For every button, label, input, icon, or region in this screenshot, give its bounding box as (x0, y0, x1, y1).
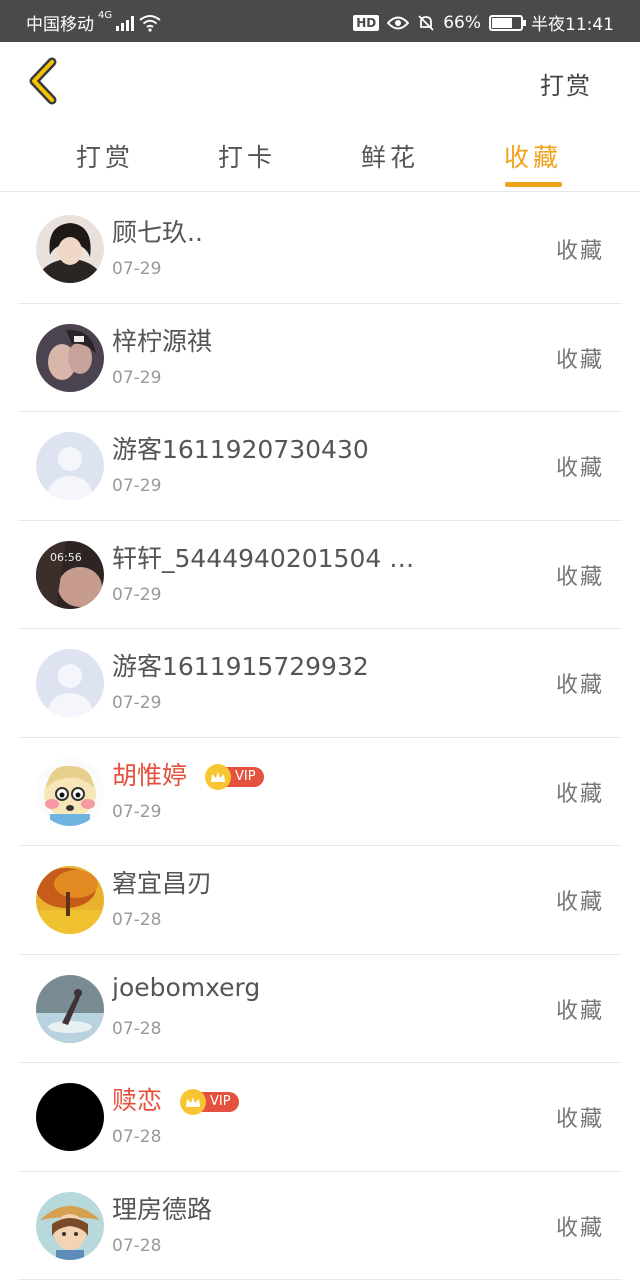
user-name: joebomxerg (112, 972, 261, 1002)
list-item[interactable]: 窘宜昌刃 07-28 收藏 (18, 846, 622, 955)
user-name: 游客1611915729932 (112, 652, 369, 681)
user-name: 游客1611920730430 (112, 435, 369, 464)
list-item[interactable]: 游客1611920730430 07-29 收藏 (18, 412, 622, 521)
crown-icon (180, 1089, 206, 1115)
list-item[interactable]: 赎恋 VIP 07-28 收藏 (18, 1063, 622, 1172)
wifi-icon (139, 14, 161, 32)
item-date: 07-28 (112, 1127, 162, 1147)
vip-badge: VIP (205, 763, 264, 790)
item-date: 07-28 (112, 910, 162, 930)
user-avatar[interactable] (36, 432, 104, 500)
action-label: 收藏 (555, 1215, 604, 1241)
user-avatar[interactable]: 06:56 (36, 540, 104, 609)
user-name: 梓柠源祺 (112, 326, 213, 356)
list-item[interactable]: 顾七玖.. 07-29 收藏 (18, 195, 622, 304)
tab-checkin[interactable]: 打卡 (192, 138, 302, 174)
user-avatar[interactable] (36, 1083, 104, 1151)
action-label: 收藏 (555, 998, 604, 1024)
user-name: 轩轩_5444940201504 … (112, 543, 415, 573)
user-name: 理房德路 (112, 1194, 213, 1224)
action-label: 收藏 (555, 781, 604, 807)
item-date: 07-29 (112, 259, 162, 279)
tab-flowers[interactable]: 鲜花 (335, 138, 445, 174)
carrier-name: 中国移动 (26, 15, 94, 35)
item-date: 07-28 (112, 1235, 162, 1256)
user-name: 胡惟婷 (112, 760, 188, 790)
action-label: 收藏 (555, 564, 604, 590)
action-label: 收藏 (555, 239, 604, 264)
tab-reward[interactable]: 打赏 (50, 138, 160, 174)
mute-bell-icon (418, 14, 434, 31)
user-avatar[interactable] (36, 1191, 104, 1260)
hd-badge: HD (353, 14, 380, 31)
item-date: 07-29 (112, 584, 162, 605)
signal-icon (116, 15, 135, 31)
item-date: 07-29 (112, 693, 162, 713)
list-item[interactable]: joebomxerg 07-28 收藏 (18, 955, 622, 1063)
user-name: 窘宜昌刃 (112, 869, 213, 898)
network-type: 4G (98, 10, 113, 21)
user-name: 赎恋 (112, 1086, 163, 1115)
tab-active-indicator (505, 182, 562, 187)
list-item[interactable]: 胡惟婷 VIP 07-29 收藏 (18, 738, 622, 846)
action-label: 收藏 (555, 1107, 604, 1132)
favorites-list: 顾七玖.. 07-29 收藏 梓柠源祺 07-29 收藏 游客1611920730430 07… (18, 195, 622, 1280)
action-label: 收藏 (555, 347, 604, 373)
list-item[interactable]: 理房德路 07-28 收藏 (18, 1172, 622, 1280)
user-avatar[interactable] (36, 649, 104, 717)
status-bar: 中国移动 4G HD 66% 半夜11:41 (0, 0, 640, 42)
tab-bar: 打赏 打卡 鲜花 收藏 (0, 122, 640, 192)
svg-text:06:56: 06:56 (50, 551, 82, 564)
user-avatar[interactable] (36, 974, 104, 1043)
item-date: 07-28 (112, 1018, 162, 1039)
tab-favorites[interactable]: 收藏 (478, 138, 588, 174)
status-right: HD 66% 半夜11:41 (353, 10, 614, 35)
list-item[interactable]: 06:56 轩轩_5444940201504 … 07-29 收藏 (18, 521, 622, 629)
action-label: 收藏 (555, 673, 604, 698)
crown-icon (205, 763, 231, 790)
list-item[interactable]: 游客1611915729932 07-29 收藏 (18, 629, 622, 738)
action-label: 收藏 (555, 456, 604, 481)
user-name: 顾七玖.. (112, 218, 203, 247)
user-avatar[interactable] (36, 215, 104, 283)
back-button[interactable] (24, 56, 64, 106)
battery-percent: 66% (443, 12, 481, 33)
item-date: 07-29 (112, 801, 162, 822)
user-avatar[interactable] (36, 323, 104, 392)
eye-icon (387, 16, 410, 29)
reward-button[interactable]: 打赏 (540, 66, 592, 101)
battery-icon (489, 14, 526, 31)
list-item[interactable]: 梓柠源祺 07-29 收藏 (18, 304, 622, 412)
battery-fill (492, 17, 512, 28)
clock: 半夜11:41 (531, 15, 614, 35)
action-label: 收藏 (555, 890, 604, 915)
back-arrow-icon (29, 57, 57, 105)
user-avatar[interactable] (36, 866, 104, 934)
user-avatar[interactable] (36, 757, 104, 826)
item-date: 07-29 (112, 476, 162, 496)
header-bar: 打赏 (0, 42, 640, 122)
item-date: 07-29 (112, 367, 162, 388)
vip-badge: VIP (180, 1089, 239, 1115)
status-left: 中国移动 4G (26, 10, 162, 35)
